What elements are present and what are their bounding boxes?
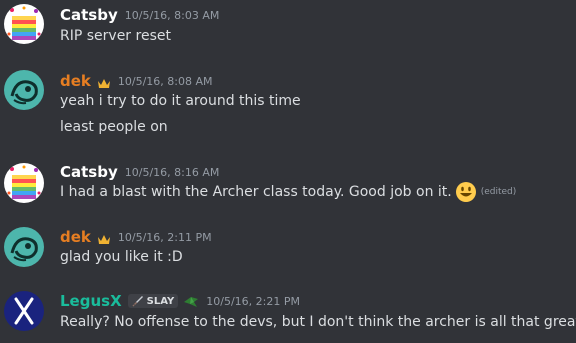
smiley-emoji-icon [455,181,477,203]
rainbow-cake-avatar-icon [4,163,44,203]
rainbow-cake-avatar-icon [4,4,44,44]
avatar[interactable] [4,4,44,44]
message-text: RIP server reset [60,28,171,44]
sword-icon [132,296,143,307]
server-tag[interactable]: SLAY [127,294,179,308]
message-text: I had a blast with the Archer class toda… [60,184,452,200]
avatar[interactable] [4,70,44,110]
avatar[interactable] [4,291,44,331]
avatar[interactable] [4,227,44,267]
username[interactable]: dek [60,72,91,90]
crown-icon [97,75,111,88]
username[interactable]: LegusX [60,292,122,310]
timestamp: 10/5/16, 8:16 AM [124,165,220,179]
avatar[interactable] [4,163,44,203]
message-text: glad you like it :D [60,249,183,265]
green-bird-icon [183,294,199,308]
teal-creature-avatar-icon [4,70,44,110]
username[interactable]: dek [60,228,91,246]
message-text: least people on [60,119,168,135]
message-text-row: I had a blast with the Archer class toda… [60,181,516,203]
edited-label: (edited) [480,187,517,197]
username[interactable]: Catsby [60,163,118,181]
timestamp: 10/5/16, 8:08 AM [117,74,213,88]
blue-x-avatar-icon [4,291,44,331]
timestamp: 10/5/16, 2:11 PM [117,230,212,244]
message-text: Really? No offense to the devs, but I do… [60,314,576,330]
message-text: yeah i try to do it around this time [60,93,301,109]
teal-creature-avatar-icon [4,227,44,267]
timestamp: 10/5/16, 8:03 AM [124,8,220,22]
crown-icon [97,231,111,244]
username[interactable]: Catsby [60,6,118,24]
server-tag-label: SLAY [146,295,175,307]
timestamp: 10/5/16, 2:21 PM [206,294,300,308]
